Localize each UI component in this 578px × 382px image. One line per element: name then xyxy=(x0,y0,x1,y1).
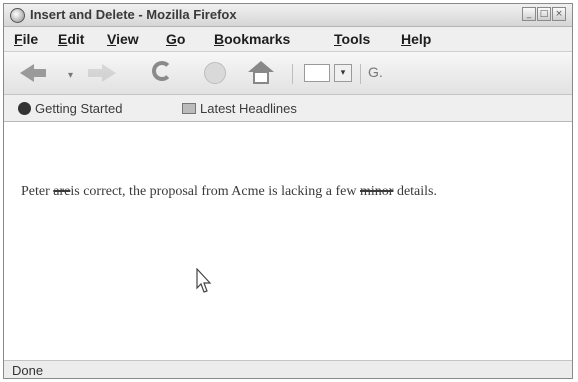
bookmark-latest-headlines[interactable]: Latest Headlines xyxy=(182,101,297,116)
firefox-app-icon xyxy=(10,8,25,23)
menu-bar: File Edit View Go Bookmarks Tools Help xyxy=(4,27,572,52)
menu-go[interactable]: Go xyxy=(166,31,185,47)
menu-view[interactable]: View xyxy=(107,31,139,47)
close-icon[interactable]: × xyxy=(552,7,566,21)
mouse-pointer-icon xyxy=(196,268,212,293)
text-segment: details. xyxy=(393,184,437,199)
menu-tools[interactable]: Tools xyxy=(334,31,370,47)
minimize-icon[interactable]: _ xyxy=(522,7,536,21)
navigation-toolbar: ▾ ▾ G. xyxy=(4,52,572,95)
browser-window: Insert and Delete - Mozilla Firefox _ □ … xyxy=(3,3,573,379)
stop-icon[interactable] xyxy=(202,59,228,87)
page-content: Peter areis correct, the proposal from A… xyxy=(4,122,572,361)
toolbar-separator xyxy=(360,64,361,84)
maximize-icon[interactable]: □ xyxy=(537,7,551,21)
reload-icon[interactable] xyxy=(150,59,178,87)
menu-file[interactable]: File xyxy=(14,31,38,47)
menu-edit[interactable]: Edit xyxy=(58,31,84,47)
title-bar[interactable]: Insert and Delete - Mozilla Firefox _ □ … xyxy=(4,4,572,27)
bookmark-label: Getting Started xyxy=(35,101,123,116)
address-input[interactable] xyxy=(304,64,330,82)
window-controls: _ □ × xyxy=(522,7,566,21)
text-segment: is correct, the proposal from Acme is la… xyxy=(70,184,360,199)
status-bar: Done xyxy=(4,360,572,378)
address-dropdown-icon[interactable]: ▾ xyxy=(334,64,352,82)
bookmark-label: Latest Headlines xyxy=(200,101,297,116)
menu-bookmarks[interactable]: Bookmarks xyxy=(214,31,290,47)
status-text: Done xyxy=(12,363,44,378)
menu-help[interactable]: Help xyxy=(401,31,431,47)
back-dropdown-icon[interactable]: ▾ xyxy=(68,70,73,81)
deleted-text: are xyxy=(53,184,71,199)
home-icon[interactable] xyxy=(248,59,278,87)
search-engine-icon[interactable]: G. xyxy=(368,64,390,82)
window-title: Insert and Delete - Mozilla Firefox xyxy=(30,7,237,22)
toolbar-separator xyxy=(292,64,293,84)
bookmarks-toolbar: Getting Started Latest Headlines xyxy=(4,95,572,122)
back-arrow-icon[interactable] xyxy=(18,59,52,87)
getting-started-icon xyxy=(18,102,31,115)
deleted-text: minor xyxy=(359,184,394,199)
forward-arrow-icon[interactable] xyxy=(84,59,118,87)
text-segment: Peter xyxy=(21,184,54,199)
bookmark-getting-started[interactable]: Getting Started xyxy=(18,101,122,116)
document-paragraph: Peter areis correct, the proposal from A… xyxy=(21,180,561,204)
rss-icon xyxy=(182,103,196,114)
